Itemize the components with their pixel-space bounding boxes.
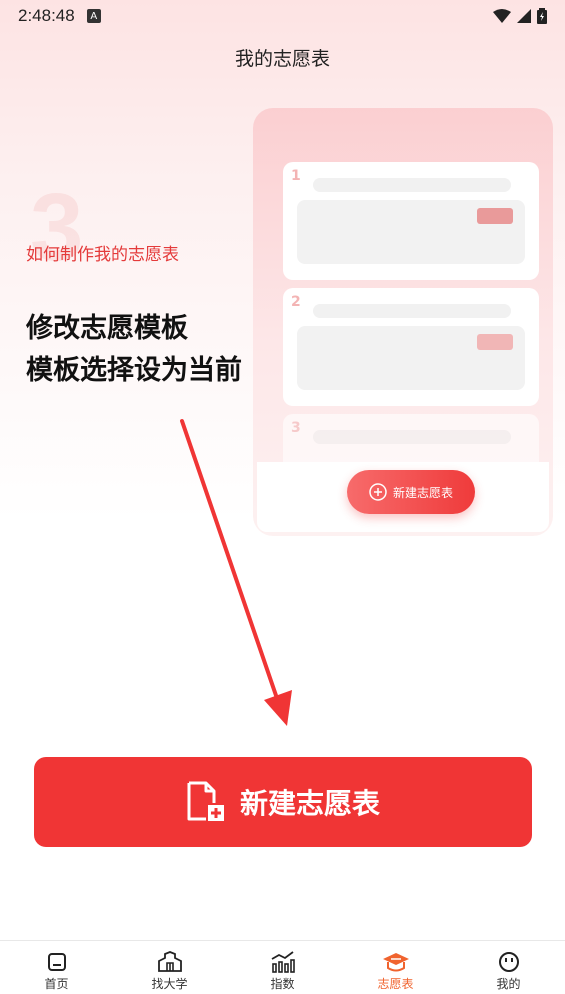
chart-icon [271,951,295,973]
instructions: 修改志愿模板 模板选择设为当前 [26,308,242,392]
status-bar: 2:48:48 A [0,0,565,32]
preview-tag [477,334,513,350]
signal-icon [517,9,531,23]
create-button-label: 新建志愿表 [239,787,380,820]
how-to-label: 如何制作我的志愿表 [26,245,179,265]
preview-new-button: 新建志愿表 [347,470,475,514]
preview-placeholder-line [313,304,511,318]
preview-placeholder-line [313,178,511,192]
create-volunteer-table-button[interactable]: 新建志愿表 [34,757,532,847]
nav-item-volunteer-table[interactable]: 志愿表 [339,941,452,994]
preview-new-button-label: 新建志愿表 [392,485,453,500]
nav-item-mine[interactable]: 我的 [452,941,565,994]
bottom-navigation: 首页 找大学 指数 志愿表 我的 [0,940,565,994]
nav-item-index[interactable]: 指数 [226,941,339,994]
preview-placeholder-line [313,430,511,444]
new-file-icon [187,781,224,821]
status-time: 2:48:48 [18,6,75,25]
instruction-line-1: 修改志愿模板 [26,313,188,344]
plus-circle-icon [369,483,387,501]
university-icon [157,951,182,972]
nav-label: 志愿表 [377,977,414,991]
battery-icon [537,8,547,24]
nav-label: 我的 [496,977,521,991]
home-icon [47,953,66,971]
preview-placeholder-box [297,326,525,390]
preview-card-1: 1 [283,162,539,280]
preview-card-number: 1 [291,168,301,184]
preview-card-2: 2 [283,288,539,406]
preview-tag [477,208,513,224]
instruction-line-2: 模板选择设为当前 [26,355,242,386]
wifi-icon [493,9,511,23]
preview-placeholder-box [297,200,525,264]
nav-label: 首页 [44,977,69,991]
preview-card-number: 2 [291,294,301,310]
nav-label: 找大学 [151,977,188,991]
graduation-cap-icon [382,953,409,972]
pointer-arrow [180,419,292,726]
nav-label: 指数 [270,977,295,991]
nav-item-home[interactable]: 首页 [0,941,113,994]
notification-a-icon: A [86,9,101,23]
page-title: 我的志愿表 [234,48,330,70]
profile-face-icon [498,952,519,972]
nav-item-university[interactable]: 找大学 [113,941,226,994]
